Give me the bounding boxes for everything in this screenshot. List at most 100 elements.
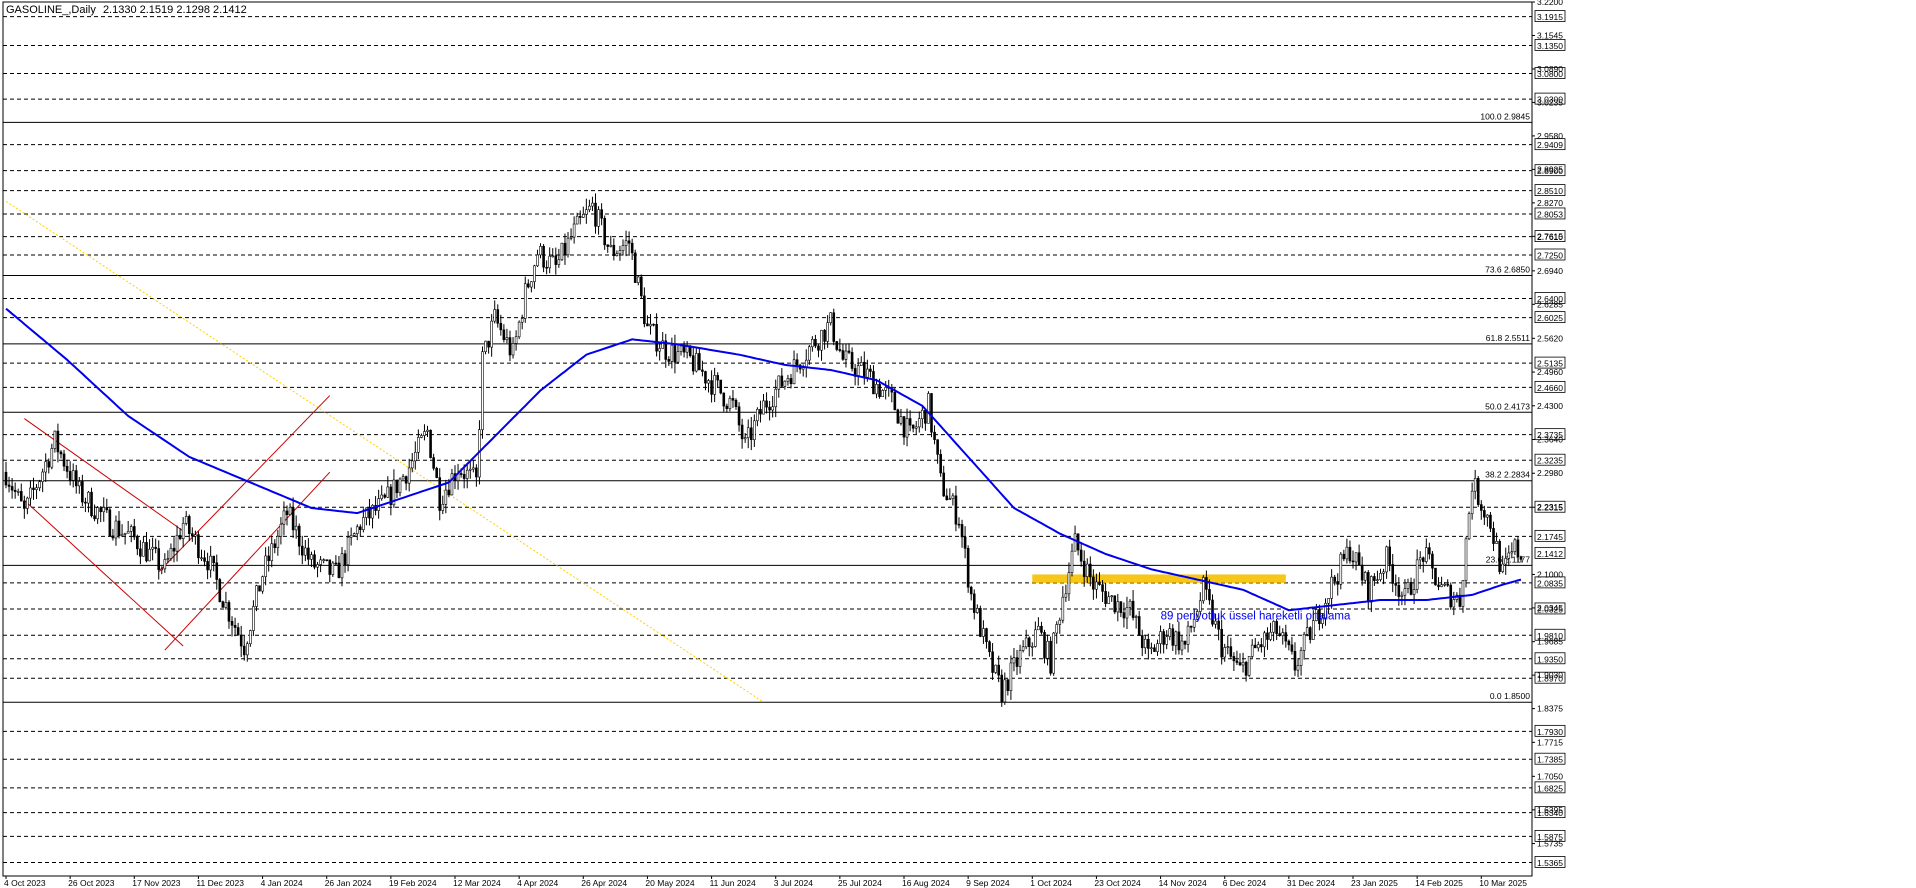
candle-body [475, 467, 478, 478]
candle-body [32, 487, 35, 490]
candle-body [203, 557, 206, 562]
candle-body [1073, 533, 1077, 552]
candle-body [563, 242, 567, 256]
candle-body [832, 312, 836, 342]
candle-body [432, 457, 435, 469]
candle-body [1128, 600, 1132, 608]
x-tick-label: 31 Dec 2024 [1287, 878, 1335, 888]
candle-body [713, 375, 716, 395]
candle-body [896, 409, 900, 424]
candle-body [520, 318, 524, 323]
candle-body [328, 559, 332, 575]
candle-body [551, 255, 555, 258]
candle-body [1089, 563, 1092, 578]
candle-body [636, 276, 640, 283]
candle-body [1107, 596, 1110, 604]
candle-body [429, 429, 432, 458]
candle-body [340, 553, 344, 579]
y-tick-label: 2.6285 [1537, 299, 1563, 309]
candle-body [1483, 510, 1486, 518]
y-tick-label: 2.2980 [1537, 468, 1563, 478]
candle-body [81, 481, 84, 503]
candle-body [1498, 540, 1501, 572]
candle-body [481, 351, 484, 431]
candle-body [258, 585, 261, 592]
candle-body [899, 416, 903, 424]
candle-body [795, 359, 799, 366]
candle-body [359, 526, 362, 530]
y-tick-label: 3.0890 [1537, 64, 1563, 74]
candle-body [557, 259, 561, 265]
candle-body [1156, 643, 1159, 652]
candle-body [621, 245, 625, 251]
candle-body [914, 426, 918, 429]
fib-label: 73.6 2.6850 [1485, 264, 1530, 274]
candle-body [695, 353, 698, 372]
candle-body [646, 323, 649, 327]
candle-body [884, 387, 887, 391]
candle-body [273, 543, 277, 548]
candle-body [960, 524, 964, 538]
candle-body [123, 532, 127, 535]
candle-body [1391, 564, 1395, 584]
horizontal-levels [2, 1, 1533, 877]
candle-body [976, 608, 979, 613]
candle-body [1348, 546, 1352, 562]
candle-body [93, 515, 96, 520]
candle-body [545, 266, 548, 269]
candle-body [530, 281, 533, 288]
candle-body [1467, 513, 1471, 540]
candle-body [1345, 546, 1349, 560]
candle-body [1186, 625, 1190, 645]
candle-body [1162, 631, 1165, 645]
x-tick-label: 19 Feb 2024 [389, 878, 437, 888]
candle-body [569, 236, 573, 239]
candle-body [1339, 553, 1343, 585]
candle-body [591, 202, 594, 207]
candle-body [780, 375, 784, 387]
candle-body [65, 465, 69, 472]
candle-body [1379, 572, 1382, 580]
x-tick-label: 26 Oct 2023 [68, 878, 115, 888]
candle-body [933, 431, 936, 440]
candle-body [1223, 647, 1227, 658]
candle-body [1232, 656, 1236, 662]
x-tick-label: 14 Nov 2024 [1159, 878, 1207, 888]
candle-body [160, 568, 164, 571]
candle-body [331, 562, 335, 575]
candle-body [566, 237, 570, 256]
candle-body [878, 384, 881, 398]
price-chart[interactable]: 100.0 2.9845 73.6 2.6850 61.8 2.5511 50.0 2… [0, 0, 1916, 888]
fib-label: 61.8 2.5511 [1486, 333, 1531, 343]
candle-body [270, 543, 274, 562]
candle-body [1082, 560, 1086, 577]
candle-body [1510, 551, 1514, 554]
candle-body [539, 246, 542, 256]
candle-body [313, 554, 316, 568]
candle-body [10, 486, 14, 491]
candle-body [603, 217, 606, 246]
candle-body [1327, 598, 1330, 604]
candle-body [169, 547, 173, 559]
candle-body [410, 460, 414, 469]
candle-body [505, 337, 509, 341]
x-tick-label: 26 Jan 2024 [325, 878, 372, 888]
candle-body [753, 420, 756, 441]
candle-body [288, 507, 292, 515]
candle-body [1092, 576, 1095, 590]
candle-body [487, 340, 490, 348]
candle-body [1101, 584, 1104, 592]
candle-body [1189, 625, 1193, 628]
candle-body [1064, 593, 1068, 598]
x-tick-label: 4 Jan 2024 [261, 878, 303, 888]
candle-body [1409, 582, 1413, 595]
candle-body [126, 531, 130, 534]
y-tick-label: 1.8375 [1537, 704, 1563, 714]
candle-body [1003, 679, 1007, 703]
candle-body [175, 534, 179, 552]
candle-body [1492, 528, 1495, 544]
y-tick-label: 3.0235 [1537, 97, 1563, 107]
candle-body [1037, 625, 1040, 631]
candle-body [942, 472, 946, 497]
candle-body [1220, 628, 1223, 658]
